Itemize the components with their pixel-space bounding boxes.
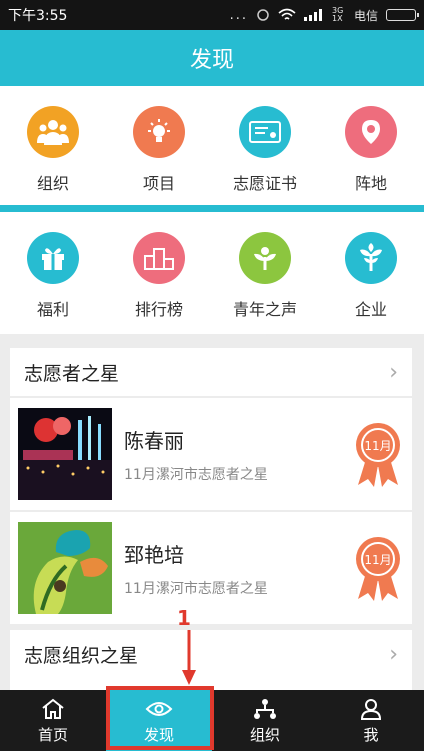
tab-label: 我: [363, 725, 379, 744]
grid-label: 企业: [354, 300, 387, 319]
grid-label: 排行榜: [134, 300, 183, 319]
grid-item-enterprise[interactable]: 企业: [318, 212, 424, 334]
star-info: 郅艳培 11月漯河市志愿者之星: [124, 539, 268, 598]
tab-home[interactable]: 首页: [0, 690, 106, 751]
org-icon: [253, 697, 277, 721]
grid-item-base[interactable]: 阵地: [318, 86, 424, 205]
star-name: 郅艳培: [124, 542, 184, 567]
grid-item-welfare[interactable]: 福利: [0, 212, 106, 334]
grid-label: 组织: [36, 174, 69, 193]
home-icon: [41, 697, 65, 721]
star-name: 陈春丽: [124, 428, 184, 453]
sprout-icon: [239, 232, 291, 284]
page-header: 发现: [0, 30, 424, 86]
grid-label: 阵地: [354, 174, 387, 193]
grid-item-certificate[interactable]: 志愿证书: [212, 86, 318, 205]
chevron-right-icon: ›: [389, 359, 398, 385]
star-subtitle: 11月漯河市志愿者之星: [124, 580, 268, 597]
grid-label: 青年之声: [232, 300, 297, 319]
network-type: 3G 1X: [331, 6, 344, 23]
grid-item-ranking[interactable]: 排行榜: [106, 212, 212, 334]
grid-item-youth-voice[interactable]: 青年之声: [212, 212, 318, 334]
section-title: 志愿组织之星: [24, 644, 139, 667]
star-row[interactable]: 陈春丽 11月漯河市志愿者之星 11月: [10, 398, 412, 510]
notification-dots: ...: [229, 7, 248, 23]
annotation-highlight-box: [106, 686, 214, 750]
section-volunteer-star[interactable]: 志愿者之星 ›: [10, 348, 412, 396]
podium-icon: [133, 232, 185, 284]
grid-label: 福利: [36, 300, 69, 319]
grid-item-org[interactable]: 组织: [0, 86, 106, 205]
section-org-star[interactable]: 志愿组织之星 ›: [10, 630, 412, 678]
section-divider: [0, 205, 424, 212]
badge-text: 11月: [364, 439, 391, 453]
people-icon: [27, 106, 79, 158]
star-row[interactable]: 郅艳培 11月漯河市志愿者之星 11月: [10, 512, 412, 624]
bulb-icon: [133, 106, 185, 158]
pin-icon: [345, 106, 397, 158]
battery-icon: [386, 9, 419, 21]
alarm-icon: [257, 9, 269, 21]
star-photo: [18, 408, 112, 500]
tree-icon: [345, 232, 397, 284]
wifi-icon: [278, 8, 296, 20]
status-bar: 下午3:55 ... 3G 1X 电信: [0, 0, 424, 30]
signal-icon: [303, 9, 322, 21]
month-badge-icon: 11月: [352, 533, 404, 603]
section-title: 志愿者之星: [24, 362, 120, 385]
carrier-name: 电信: [353, 8, 378, 23]
grid-row-2: 福利 排行榜 青年之声 企业: [0, 212, 424, 334]
annotation-number: 1: [177, 606, 191, 630]
grid-row-1: 组织 项目 志愿证书 阵地: [0, 86, 424, 205]
status-time: 下午3:55: [8, 8, 68, 24]
star-subtitle: 11月漯河市志愿者之星: [124, 466, 268, 483]
chevron-right-icon: ›: [389, 641, 398, 667]
status-icons: ... 3G 1X 电信: [229, 6, 419, 24]
page-title: 发现: [189, 48, 234, 73]
grid-item-project[interactable]: 项目: [106, 86, 212, 205]
grid-label: 志愿证书: [232, 174, 297, 193]
month-badge-icon: 11月: [352, 419, 404, 489]
tab-label: 组织: [249, 725, 280, 744]
tab-me[interactable]: 我: [318, 690, 424, 751]
badge-text: 11月: [364, 553, 391, 567]
certificate-icon: [239, 106, 291, 158]
tab-organization[interactable]: 组织: [212, 690, 318, 751]
star-photo: [18, 522, 112, 614]
annotation-arrow-icon: [182, 630, 196, 685]
tab-label: 首页: [37, 725, 68, 744]
star-info: 陈春丽 11月漯河市志愿者之星: [124, 425, 268, 484]
gift-icon: [27, 232, 79, 284]
grid-label: 项目: [142, 174, 175, 193]
user-icon: [360, 697, 382, 721]
